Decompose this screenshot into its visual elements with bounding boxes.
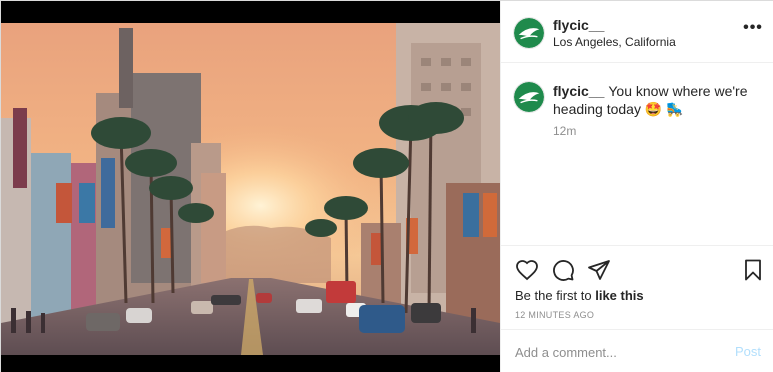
post-timestamp[interactable]: 12 MINUTES AGO [515, 310, 594, 320]
heart-icon[interactable] [515, 258, 539, 282]
post-actions: Be the first to like this 12 MINUTES AGO [501, 245, 773, 329]
avatar-logo-icon [514, 18, 544, 48]
bookmark-icon[interactable] [741, 258, 765, 282]
likes-summary: Be the first to like this [515, 288, 644, 303]
instagram-post: flycic__ Los Angeles, California ••• fly… [0, 0, 773, 372]
caption-username[interactable]: flycic__ [553, 83, 604, 99]
post-media[interactable] [1, 1, 500, 372]
post-author-username[interactable]: flycic__ [553, 17, 604, 33]
post-location[interactable]: Los Angeles, California [553, 35, 676, 49]
comment-input[interactable] [515, 342, 705, 362]
comment-bubble-icon[interactable] [551, 258, 575, 282]
caption-age[interactable]: 12m [553, 124, 576, 138]
post-comment-button[interactable]: Post [735, 344, 761, 359]
like-this-link[interactable]: like this [595, 288, 643, 303]
post-caption: flycic__ You know where we're heading tod… [553, 82, 753, 118]
post-photo [1, 23, 500, 355]
paper-plane-icon[interactable] [587, 258, 611, 282]
more-options-icon[interactable]: ••• [741, 20, 765, 39]
post-header: flycic__ Los Angeles, California ••• [501, 1, 773, 63]
post-sidebar: flycic__ Los Angeles, California ••• fly… [500, 1, 773, 372]
avatar-logo-icon [514, 82, 544, 112]
caption-avatar[interactable] [513, 81, 545, 113]
avatar[interactable] [513, 17, 545, 49]
add-comment-bar: Post [501, 329, 773, 372]
likes-prefix: Be the first to [515, 288, 592, 303]
comments-section: flycic__ You know where we're heading tod… [501, 63, 773, 245]
